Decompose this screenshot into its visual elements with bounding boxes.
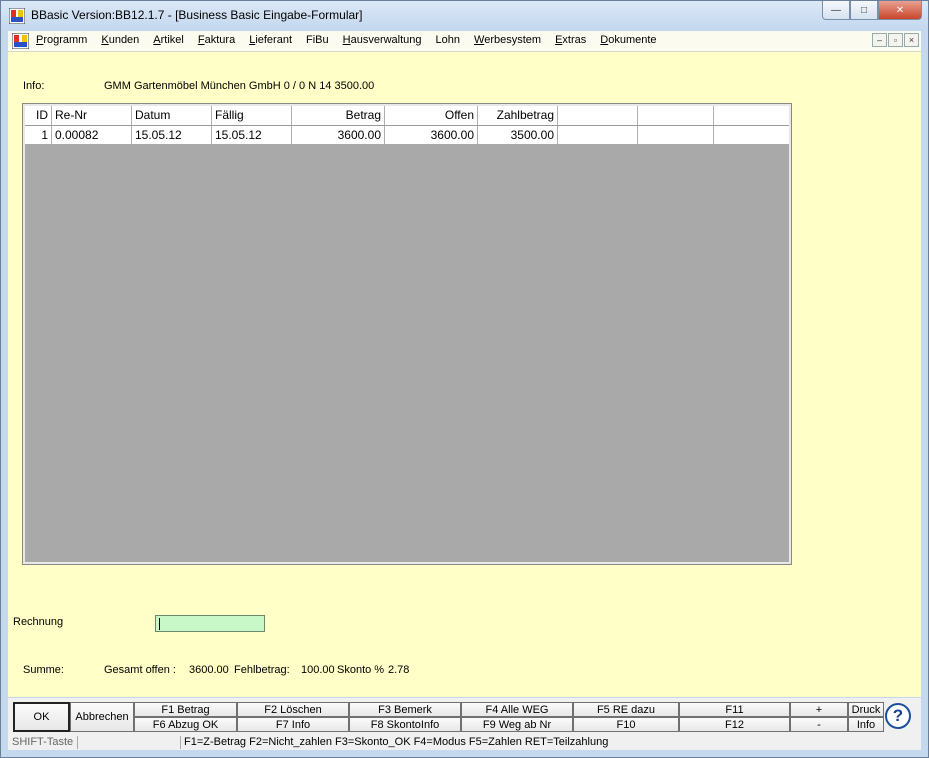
f7-info-button[interactable]: F7 Info [237, 717, 349, 732]
function-key-bar: OK Abbrechen F1 Betrag F6 Abzug OK F2 Lö… [8, 698, 921, 736]
menu-artikel[interactable]: Artikel [153, 34, 184, 46]
cell-empty[interactable] [558, 126, 638, 144]
mdi-restore-button[interactable]: ▫ [888, 33, 903, 47]
abbrechen-button[interactable]: Abbrechen [70, 702, 134, 732]
table-header: ID Re-Nr Datum Fällig Betrag Offen Zahlb… [25, 106, 789, 126]
menu-lieferant[interactable]: Lieferant [249, 34, 292, 46]
info-label: Info: [23, 80, 45, 92]
app-window: BBasic Version:BB12.1.7 - [Business Basi… [0, 0, 929, 758]
cell-faellig[interactable]: 15.05.12 [212, 126, 292, 144]
info-text: GMM Gartenmöbel München GmbH 0 / 0 N 14 … [104, 80, 375, 92]
menu-lohn[interactable]: Lohn [436, 34, 460, 46]
close-button[interactable]: ✕ [878, 1, 922, 20]
menu-hausverwaltung[interactable]: Hausverwaltung [343, 34, 422, 46]
status-modifier: SHIFT-Taste [12, 736, 79, 749]
f12-button[interactable]: F12 [679, 717, 790, 732]
summe-label: Summe: [23, 664, 64, 676]
table-row[interactable]: 1 0.00082 15.05.12 15.05.12 3600.00 3600… [25, 126, 789, 144]
plus-button[interactable]: + [790, 702, 848, 717]
cell-re-nr[interactable]: 0.00082 [52, 126, 132, 144]
menu-dokumente[interactable]: Dokumente [600, 34, 656, 46]
skonto-value: 2.78 [388, 664, 410, 676]
column-header-empty[interactable] [558, 106, 638, 125]
mdi-minimize-button[interactable]: – [872, 33, 887, 47]
menu-bar: Programm Kunden Artikel Faktura Lieferan… [8, 31, 921, 52]
cell-offen[interactable]: 3600.00 [385, 126, 478, 144]
menu-faktura[interactable]: Faktura [198, 34, 235, 46]
gesamt-offen-label: Gesamt offen : [104, 664, 176, 676]
info-button[interactable]: Info [848, 717, 884, 732]
mdi-close-button[interactable]: × [904, 33, 919, 47]
text-caret [159, 618, 160, 630]
f6-abzug-ok-button[interactable]: F6 Abzug OK [134, 717, 237, 732]
f2-loeschen-button[interactable]: F2 Löschen [237, 702, 349, 717]
ok-button[interactable]: OK [13, 702, 70, 732]
status-bar: SHIFT-Taste F1=Z-Betrag F2=Nicht_zahlen … [8, 736, 921, 750]
gesamt-offen-value: 3600.00 [189, 664, 229, 676]
minimize-button[interactable]: — [822, 1, 850, 20]
f9-weg-ab-nr-button[interactable]: F9 Weg ab Nr [461, 717, 573, 732]
f4-alle-weg-button[interactable]: F4 Alle WEG [461, 702, 573, 717]
f8-skontoinfo-button[interactable]: F8 SkontoInfo [349, 717, 461, 732]
fehlbetrag-value: 100.00 [301, 664, 335, 676]
form-area: Info: GMM Gartenmöbel München GmbH 0 / 0… [8, 52, 921, 697]
title-bar[interactable]: BBasic Version:BB12.1.7 - [Business Basi… [1, 1, 928, 31]
column-header-offen[interactable]: Offen [385, 106, 478, 125]
skonto-label: Skonto % [337, 664, 385, 676]
fehlbetrag-label: Fehlbetrag: [234, 664, 290, 676]
app-logo-icon [9, 8, 25, 24]
rechnung-input[interactable] [155, 615, 265, 632]
menu-kunden[interactable]: Kunden [101, 34, 139, 46]
column-header-faellig[interactable]: Fällig [212, 106, 292, 125]
f10-button[interactable]: F10 [573, 717, 679, 732]
f11-button[interactable]: F11 [679, 702, 790, 717]
status-hint: F1=Z-Betrag F2=Nicht_zahlen F3=Skonto_OK… [180, 736, 608, 749]
cell-id[interactable]: 1 [25, 126, 52, 144]
menu-extras[interactable]: Extras [555, 34, 586, 46]
menu-werbesystem[interactable]: Werbesystem [474, 34, 541, 46]
menu-programm[interactable]: Programm [36, 34, 87, 46]
column-header-datum[interactable]: Datum [132, 106, 212, 125]
maximize-button[interactable]: □ [850, 1, 878, 20]
f3-bemerk-button[interactable]: F3 Bemerk [349, 702, 461, 717]
invoice-table[interactable]: ID Re-Nr Datum Fällig Betrag Offen Zahlb… [22, 103, 792, 565]
cell-empty[interactable] [638, 126, 714, 144]
column-header-id[interactable]: ID [25, 106, 52, 125]
help-icon[interactable]: ? [885, 703, 911, 729]
rechnung-label: Rechnung [13, 616, 64, 628]
column-header-zahlbetrag[interactable]: Zahlbetrag [478, 106, 558, 125]
f1-betrag-button[interactable]: F1 Betrag [134, 702, 237, 717]
minus-button[interactable]: - [790, 717, 848, 732]
menu-fibu[interactable]: FiBu [306, 34, 329, 46]
document-icon[interactable] [12, 33, 29, 49]
cell-betrag[interactable]: 3600.00 [292, 126, 385, 144]
window-title: BBasic Version:BB12.1.7 - [Business Basi… [31, 8, 363, 22]
column-header-betrag[interactable]: Betrag [292, 106, 385, 125]
cell-datum[interactable]: 15.05.12 [132, 126, 212, 144]
f5-re-dazu-button[interactable]: F5 RE dazu [573, 702, 679, 717]
druck-button[interactable]: Druck [848, 702, 884, 717]
cell-zahlbetrag[interactable]: 3500.00 [478, 126, 558, 144]
column-header-empty[interactable] [638, 106, 714, 125]
column-header-re-nr[interactable]: Re-Nr [52, 106, 132, 125]
